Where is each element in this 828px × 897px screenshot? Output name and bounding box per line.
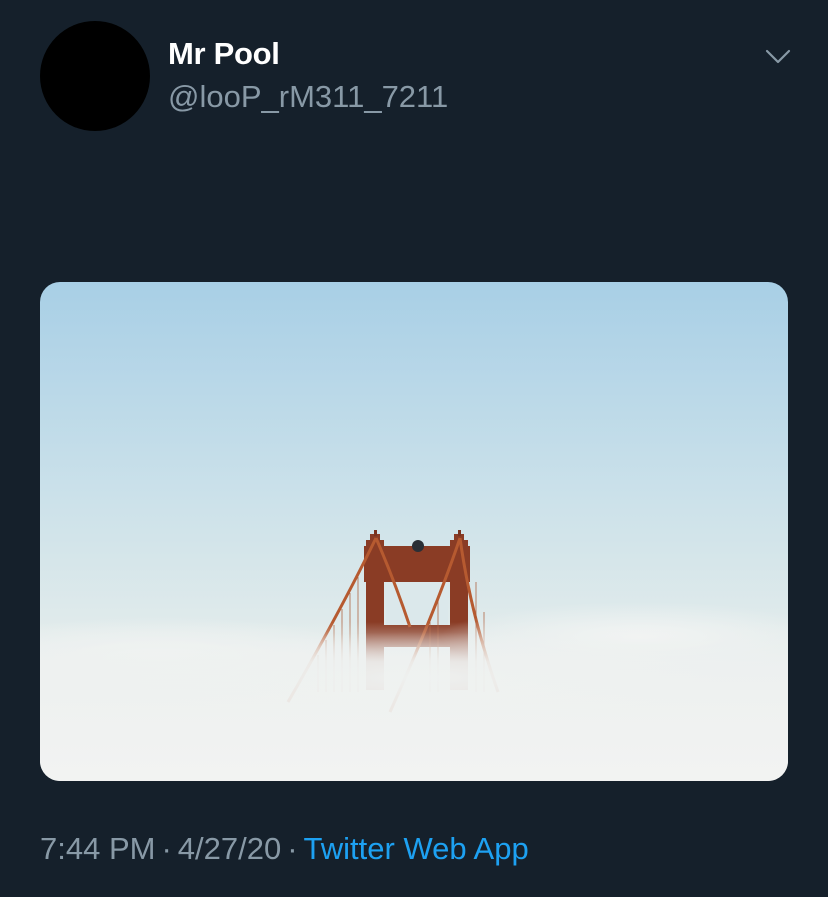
tweet-source-link[interactable]: Twitter Web App — [304, 831, 529, 866]
more-options-button[interactable] — [760, 38, 796, 74]
tweet-card: Mr Pool @looP_rM311_7211 7:44 PM · 4/27/… — [0, 0, 828, 897]
avatar[interactable] — [40, 21, 150, 131]
display-name[interactable]: Mr Pool — [168, 36, 280, 72]
meta-separator: · — [287, 831, 298, 866]
tweet-date[interactable]: 4/27/20 — [178, 831, 281, 866]
chevron-down-icon — [765, 49, 791, 64]
user-handle[interactable]: @looP_rM311_7211 — [168, 79, 448, 115]
tweet-media-photo[interactable] — [40, 282, 788, 781]
meta-separator: · — [161, 831, 172, 866]
bridge-fog-photo — [40, 282, 788, 781]
tweet-time[interactable]: 7:44 PM — [40, 831, 155, 866]
tweet-metadata: 7:44 PM · 4/27/20 · Twitter Web App — [40, 831, 529, 867]
